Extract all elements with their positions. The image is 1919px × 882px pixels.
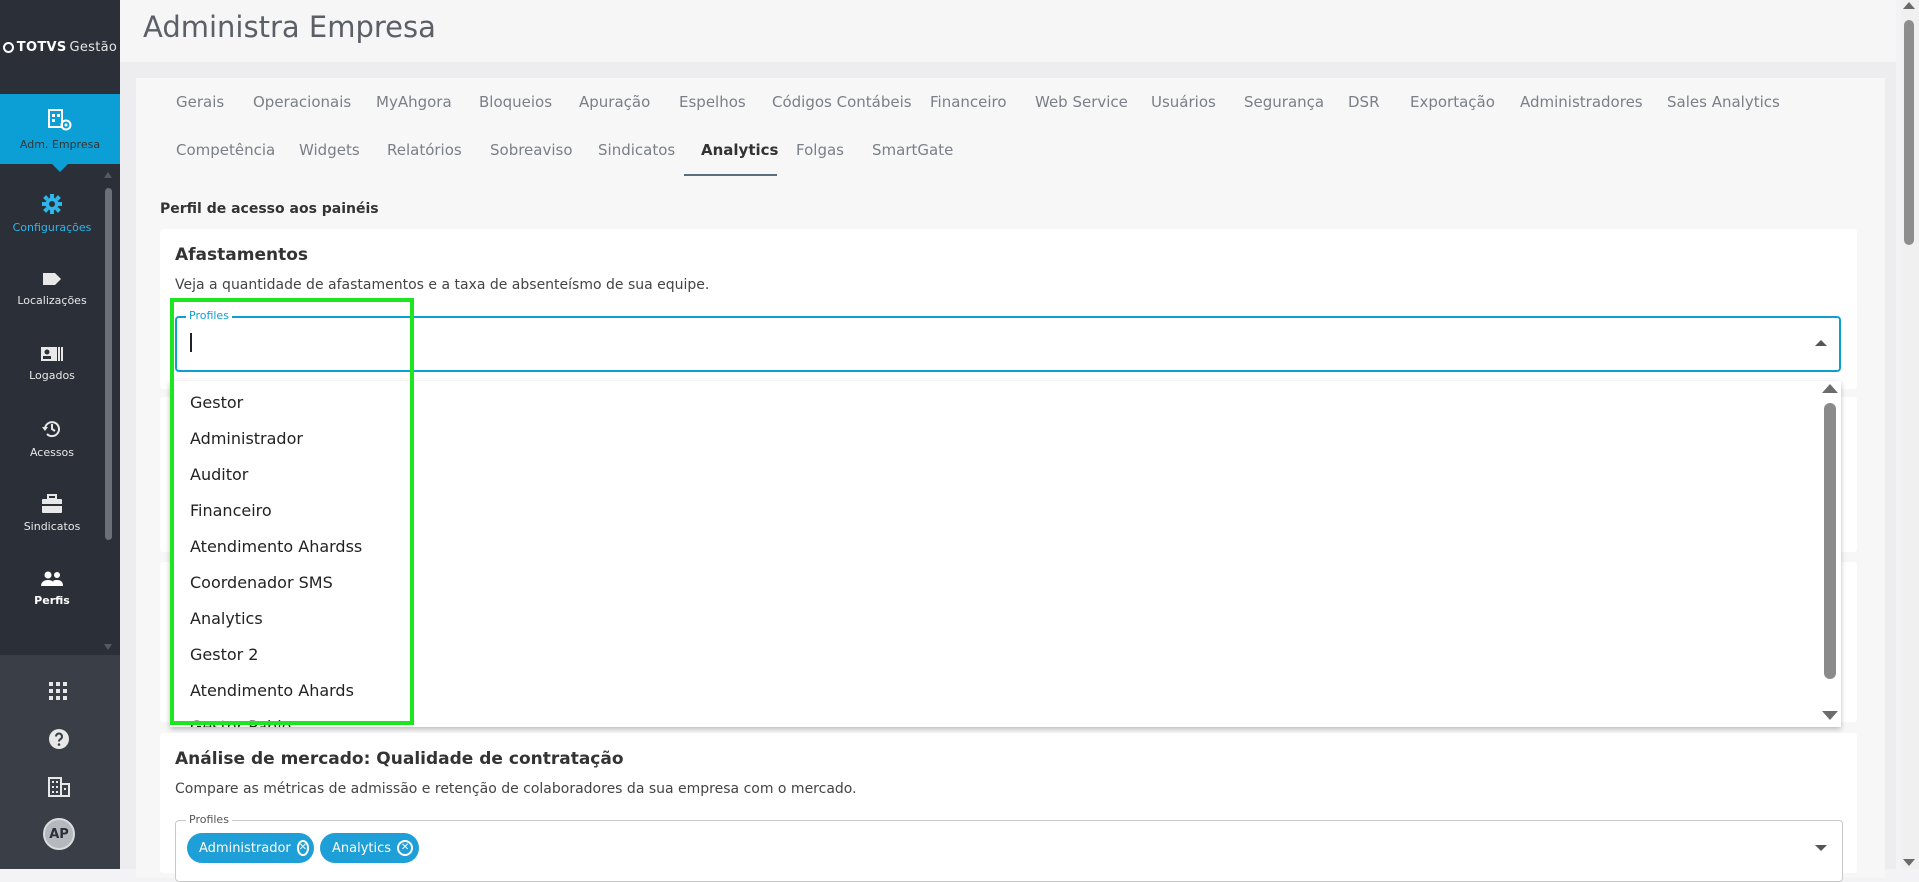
tab-dsr[interactable]: DSR: [1348, 93, 1380, 111]
apps-grid-icon[interactable]: [48, 681, 68, 701]
tab-relatorios[interactable]: Relatórios: [387, 141, 462, 159]
profiles-input[interactable]: [175, 316, 1841, 372]
tab-smartgate[interactable]: SmartGate: [872, 141, 953, 159]
tab-operacionais[interactable]: Operacionais: [253, 93, 351, 111]
sidebar-item-label: Localizações: [17, 294, 87, 307]
card-description: Compare as métricas de admissão e retenç…: [175, 781, 857, 797]
card-title: Análise de mercado: Qualidade de contrat…: [175, 749, 624, 769]
page-title: Administra Empresa: [143, 10, 436, 44]
tab-myahgora[interactable]: MyAhgora: [376, 93, 452, 111]
sidebar-item-configuracoes[interactable]: Configurações: [0, 176, 104, 251]
sidebar-item-label: Configurações: [12, 221, 92, 234]
chevron-down-icon[interactable]: [1815, 845, 1827, 851]
chip-analytics[interactable]: Analytics ✕: [320, 833, 419, 863]
tab-sobreaviso[interactable]: Sobreaviso: [490, 141, 573, 159]
sidebar-item-label: Adm. Empresa: [19, 137, 101, 151]
sidebar-item-adm-empresa[interactable]: Adm. Empresa: [0, 94, 120, 172]
help-icon[interactable]: [48, 728, 70, 750]
sidebar-item-acessos[interactable]: Acessos: [0, 401, 104, 476]
sidebar-item-label: Perfis: [34, 594, 70, 607]
sidebar-item-label: Logados: [29, 369, 75, 382]
tab-codigos-contabeis[interactable]: Códigos Contábeis: [772, 93, 912, 111]
tab-bloqueios[interactable]: Bloqueios: [479, 93, 552, 111]
logo-brand: TOTVS: [16, 39, 67, 55]
id-card-icon: [41, 347, 63, 361]
tab-espelhos[interactable]: Espelhos: [679, 93, 746, 111]
tag-icon: [43, 273, 61, 285]
tab-sales-analytics[interactable]: Sales Analytics: [1667, 93, 1780, 111]
profiles-input-mercado[interactable]: [175, 820, 1843, 882]
sidebar-item-perfis[interactable]: Perfis: [0, 551, 104, 626]
tab-gerais[interactable]: Gerais: [176, 93, 224, 111]
tab-administradores[interactable]: Administradores: [1520, 93, 1643, 111]
company-admin-icon: [48, 108, 72, 130]
briefcase-icon: [42, 494, 62, 513]
dropdown-scroll-up[interactable]: [1822, 384, 1838, 393]
card-title: Afastamentos: [175, 245, 309, 265]
close-icon[interactable]: ✕: [397, 840, 413, 856]
highlight-box: [170, 298, 414, 725]
page-scroll-down[interactable]: [1903, 859, 1915, 866]
sidebar-item-label: Acessos: [29, 446, 75, 459]
field-label: Profiles: [186, 813, 232, 826]
user-avatar[interactable]: AP: [43, 818, 75, 850]
profiles-dropdown: Gestor Administrador Auditor Financeiro …: [170, 381, 1841, 727]
sidebar-scrollbar[interactable]: [105, 188, 112, 540]
tab-widgets[interactable]: Widgets: [299, 141, 360, 159]
tab-competencia[interactable]: Competência: [176, 141, 275, 159]
dropdown-scrollbar-thumb[interactable]: [1824, 403, 1836, 679]
tab-exportacao[interactable]: Exportação: [1410, 93, 1495, 111]
history-icon: [42, 421, 60, 438]
users-icon: [41, 571, 63, 586]
tab-usuarios[interactable]: Usuários: [1151, 93, 1216, 111]
sidebar-scroll-down[interactable]: [104, 644, 112, 650]
building-icon[interactable]: [48, 777, 70, 797]
close-icon[interactable]: ✕: [296, 840, 310, 856]
chip-label: Administrador: [199, 840, 291, 856]
page-scroll-up[interactable]: [1903, 2, 1915, 9]
chip-administrador[interactable]: Administrador ✕: [187, 833, 314, 863]
page-scrollbar-thumb[interactable]: [1904, 20, 1914, 245]
totvs-logo[interactable]: TOTVS Gestão: [0, 0, 120, 94]
active-tab-indicator: [684, 174, 777, 176]
sidebar-scroll-up[interactable]: [104, 172, 112, 178]
section-title: Perfil de acesso aos painéis: [160, 201, 379, 217]
dropdown-scroll-down[interactable]: [1822, 711, 1838, 720]
tab-folgas[interactable]: Folgas: [796, 141, 844, 159]
logo-ring-icon: [2, 41, 14, 53]
sidebar-item-localizacoes[interactable]: Localizações: [0, 251, 104, 326]
tab-financeiro[interactable]: Financeiro: [930, 93, 1007, 111]
sidebar-item-sindicatos[interactable]: Sindicatos: [0, 476, 104, 551]
sidebar-item-label: Sindicatos: [23, 520, 81, 533]
chevron-up-icon[interactable]: [1815, 340, 1827, 346]
logo-product: Gestão: [69, 39, 118, 55]
tab-sindicatos[interactable]: Sindicatos: [598, 141, 675, 159]
card-description: Veja a quantidade de afastamentos e a ta…: [175, 277, 710, 293]
sidebar-item-logados[interactable]: Logados: [0, 326, 104, 401]
tab-seguranca[interactable]: Segurança: [1244, 93, 1324, 111]
tab-apuracao[interactable]: Apuração: [579, 93, 650, 111]
tab-web-service[interactable]: Web Service: [1035, 93, 1128, 111]
sidebar-nav: Configurações Localizações Logados Acess…: [0, 176, 104, 626]
tab-analytics[interactable]: Analytics: [701, 141, 778, 159]
chip-label: Analytics: [332, 840, 392, 856]
gear-icon: [42, 194, 62, 214]
